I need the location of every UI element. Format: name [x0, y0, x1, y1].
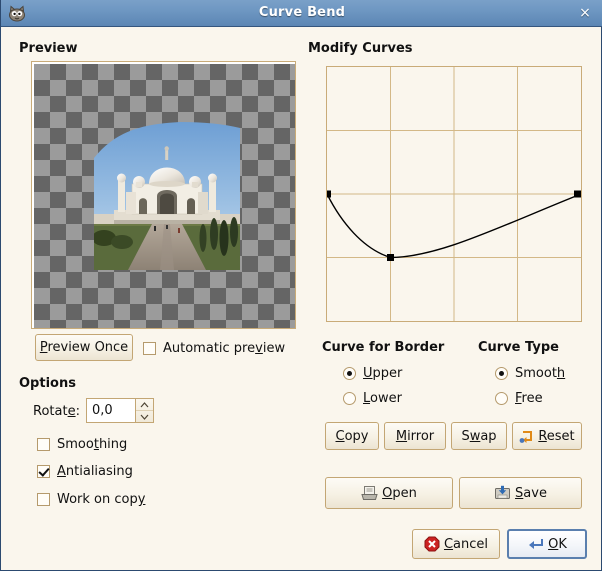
radio-curve-type-free[interactable]: Free: [495, 391, 543, 406]
antialiasing-checkbox[interactable]: Antialiasing: [37, 464, 133, 479]
copy-button-label: Copy: [335, 428, 369, 444]
curve-editor-canvas[interactable]: [327, 67, 581, 321]
control-point[interactable]: [387, 254, 394, 261]
radio-curve-border-upper-dot[interactable]: [343, 367, 356, 380]
revert-icon: [519, 429, 534, 444]
mirror-button-label: Mirror: [395, 428, 435, 444]
swap-button-label: Swap: [461, 428, 497, 444]
enter-icon: [527, 537, 544, 552]
control-point[interactable]: [574, 190, 581, 198]
swap-button[interactable]: Swap: [451, 422, 507, 450]
window-title: Curve Bend: [258, 5, 346, 20]
smoothing-label: Smoothing: [57, 437, 128, 452]
cancel-button[interactable]: Cancel: [412, 529, 500, 559]
ok-button-label: OK: [548, 536, 567, 552]
curve-type-heading: Curve Type: [478, 340, 559, 355]
reset-button[interactable]: Reset: [512, 422, 582, 450]
rotate-spinner[interactable]: 0,0: [86, 398, 154, 423]
folder-open-icon: [361, 485, 378, 501]
work-on-copy-label: Work on copy: [57, 492, 146, 507]
radio-curve-border-lower-label: Lower: [363, 391, 402, 406]
cancel-icon: [424, 536, 440, 552]
radio-curve-type-smooth-dot[interactable]: [495, 367, 508, 380]
curve-for-border-heading: Curve for Border: [322, 340, 445, 355]
curve-editor[interactable]: [326, 66, 582, 322]
save-button-label: Save: [515, 485, 547, 501]
open-button-label: Open: [382, 485, 417, 501]
control-point[interactable]: [327, 190, 331, 198]
ok-button[interactable]: OK: [507, 529, 587, 559]
radio-curve-type-free-label: Free: [515, 391, 543, 406]
radio-curve-border-upper[interactable]: Upper: [343, 366, 402, 381]
open-button[interactable]: Open: [325, 477, 453, 509]
copy-button[interactable]: Copy: [325, 422, 379, 450]
floppy-save-icon: [494, 485, 511, 501]
automatic-preview-checkbox-box[interactable]: [143, 342, 156, 355]
rotate-input[interactable]: 0,0: [87, 399, 135, 422]
preview-heading: Preview: [19, 41, 78, 56]
options-heading: Options: [19, 376, 76, 391]
save-button[interactable]: Save: [459, 477, 582, 509]
radio-curve-border-lower[interactable]: Lower: [343, 391, 402, 406]
reset-button-label: Reset: [538, 428, 575, 444]
smoothing-checkbox[interactable]: Smoothing: [37, 437, 127, 452]
radio-curve-border-upper-label: Upper: [363, 366, 403, 381]
smoothing-checkbox-box[interactable]: [37, 438, 50, 451]
preview-once-button[interactable]: Preview Once: [35, 334, 133, 361]
preview-image: [94, 122, 240, 270]
antialiasing-label: Antialiasing: [57, 464, 133, 479]
mirror-button[interactable]: Mirror: [384, 422, 446, 450]
radio-curve-type-smooth-label: Smooth: [515, 366, 566, 381]
close-icon[interactable]: ×: [576, 4, 594, 22]
radio-curve-type-free-dot[interactable]: [495, 392, 508, 405]
work-on-copy-checkbox[interactable]: Work on copy: [37, 492, 145, 507]
work-on-copy-checkbox-box[interactable]: [37, 493, 50, 506]
radio-curve-border-lower-dot[interactable]: [343, 392, 356, 405]
cancel-button-label: Cancel: [443, 536, 489, 552]
modify-curves-heading: Modify Curves: [308, 41, 413, 56]
rotate-stepper-buttons[interactable]: [135, 399, 153, 422]
automatic-preview-checkbox[interactable]: Automatic preview: [143, 341, 285, 356]
antialiasing-checkbox-box[interactable]: [37, 465, 50, 478]
automatic-preview-label: Automatic preview: [163, 341, 286, 356]
preview-once-label: Preview Once: [39, 340, 129, 355]
chevron-down-icon[interactable]: [136, 410, 153, 422]
preview-pane[interactable]: [31, 61, 296, 329]
radio-curve-type-smooth[interactable]: Smooth: [495, 366, 565, 381]
curve-bend-dialog: Curve Bend × Preview Preview Once Automa…: [0, 0, 602, 571]
chevron-up-icon[interactable]: [136, 399, 153, 410]
rotate-label: Rotate:: [33, 404, 80, 419]
titlebar: Curve Bend ×: [1, 0, 602, 27]
